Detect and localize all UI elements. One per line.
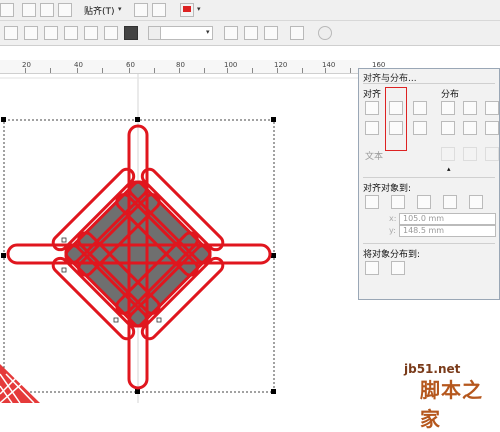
break-apart-icon[interactable] [244,26,258,40]
dynamic-guides-icon[interactable] [134,3,148,17]
x-label: x: [389,214,397,223]
distribute-center-icon[interactable] [463,101,477,115]
text-bounding-box-icon[interactable] [485,147,499,161]
align-to-point-icon[interactable] [469,195,483,209]
align-to-page-center-icon[interactable] [417,195,431,209]
back-minus-front-icon[interactable] [124,26,138,40]
chevron-up-icon[interactable]: ▴ [447,165,451,173]
corner-pattern [0,364,40,404]
distribute-right-icon[interactable] [485,101,499,115]
combine-icon[interactable] [4,26,18,40]
ruler-label: 140 [322,61,336,69]
ruler-label: 40 [74,61,83,69]
align-heading: 对齐 [363,90,382,100]
x-coordinate-field[interactable]: 105.0 mm [399,213,496,225]
align-left-icon[interactable] [365,101,379,115]
highlight-box [385,87,407,151]
view-eye-icon[interactable] [40,3,54,17]
distribute-to-heading: 将对象分布到: [363,250,421,260]
align-to-active-object-icon[interactable] [365,195,379,209]
text-label: 文本 [365,152,384,162]
intersect-icon[interactable] [64,26,78,40]
text-align-first-line-icon[interactable] [441,147,455,161]
distribute-middle-icon[interactable] [463,121,477,135]
horizontal-ruler[interactable]: 20 40 60 80 100 120 140 160 [0,60,385,74]
watermark-name: 脚本之家 [420,378,483,431]
align-distribute-panel: 对齐与分布... 对齐 分布 文本 ▴ 对齐对象到: x: 105.0 mm y… [358,68,500,300]
artwork-svg [0,74,358,404]
convert-to-curves-icon[interactable] [264,26,278,40]
distribute-to-selection-icon[interactable] [365,261,379,275]
align-bottom-icon[interactable] [413,121,427,135]
align-right-icon[interactable] [413,101,427,115]
property-toolbar-bottom: ▾ [0,21,500,46]
page-layout-icon[interactable] [22,3,36,17]
distribute-left-icon[interactable] [441,101,455,115]
align-distribute-icon[interactable] [290,26,304,40]
align-to-page-edge-icon[interactable] [391,195,405,209]
y-coordinate-field[interactable]: 148.5 mm [399,225,496,237]
weld-icon[interactable] [24,26,38,40]
align-to-grid-icon[interactable] [443,195,457,209]
y-label: y: [389,226,396,235]
trim-icon[interactable] [44,26,58,40]
create-boundary-icon[interactable] [224,26,238,40]
chevron-down-icon[interactable]: ▾ [118,5,122,13]
snap-icon[interactable] [0,3,14,17]
text-align-last-line-icon[interactable] [463,147,477,161]
distribute-to-page-icon[interactable] [391,261,405,275]
simplify-icon[interactable] [84,26,98,40]
distribute-bottom-icon[interactable] [485,121,499,135]
color-icon[interactable] [180,3,194,17]
chevron-down-icon[interactable]: ▾ [197,5,201,13]
distribute-heading: 分布 [441,90,460,100]
align-guides-icon[interactable] [152,3,166,17]
align-top-icon[interactable] [365,121,379,135]
ruler-label: 100 [224,61,238,69]
ruler-label: 80 [176,61,185,69]
chevron-down-icon[interactable]: ▾ [206,28,210,36]
align-to-heading: 对齐对象到: [363,184,412,194]
ruler-label: 120 [274,61,288,69]
ruler-label: 20 [22,61,31,69]
front-minus-back-icon[interactable] [104,26,118,40]
distribute-top-icon[interactable] [441,121,455,135]
grid-icon[interactable] [58,3,72,17]
circle-disabled-icon[interactable] [318,26,332,40]
snap-to-label[interactable]: 贴齐(T) [84,4,115,17]
property-toolbar-top: 贴齐(T) ▾ ▾ [0,0,500,21]
ruler-label: 60 [126,61,135,69]
drawing-canvas[interactable] [0,74,358,404]
